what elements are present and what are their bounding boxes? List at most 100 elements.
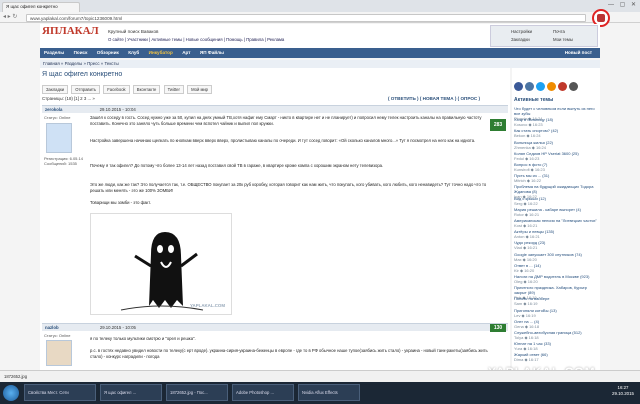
site-logo[interactable]: ЯПЛАКАЛ	[42, 25, 99, 37]
nav-item-files[interactable]: ЯП Файлы	[196, 48, 228, 58]
post-rating[interactable]: 283	[490, 119, 506, 131]
post-author[interactable]: nazlob	[45, 325, 59, 330]
share-mymir-button[interactable]: Мой мир	[187, 85, 212, 94]
active-topic-meta: Max ◆ 16:20	[514, 256, 537, 262]
user-link-bookmarks[interactable]: Закладки	[511, 37, 530, 42]
rss-icon[interactable]	[569, 82, 578, 91]
active-topic-item[interactable]: Понять на вайбере Sam ◆ 16:19	[514, 296, 600, 306]
active-topic-meta: Kir ◆ 16:20	[514, 267, 535, 273]
active-topic-title[interactable]: Приятного праздника. Хабаров, Курьер зак…	[514, 285, 600, 295]
page-title: Я щас офигел конкретно	[42, 71, 123, 78]
image-watermark: YAPLAKAL.COM	[190, 303, 225, 308]
nav-item-incubator[interactable]: Инкубатор	[145, 48, 177, 58]
nav-item-search[interactable]: Поиск	[70, 48, 92, 58]
url-input[interactable]: www.yaplakal.com/forum7/topic1236009.htm…	[26, 14, 586, 22]
user-link-mail[interactable]: Почта	[553, 29, 565, 34]
active-topic-meta: Kosovo ◆ 16:23	[514, 122, 543, 128]
post-text: я по телеку только мультики смотрю и "ор…	[90, 336, 196, 341]
active-topic-item[interactable]: Вид с крыши (12) Serg ◆ 16:22	[514, 196, 600, 206]
post-image[interactable]: YAPLAKAL.COM	[90, 213, 232, 315]
active-topic-meta: Gena ◆ 16:18	[514, 323, 540, 329]
post-header: zerokola 29.10.2015 - 10:04	[42, 105, 508, 113]
active-topic-item[interactable]: Актёры и певцы (135) Anton ◆ 16:21	[514, 229, 600, 239]
nav-item-club[interactable]: Клуб	[124, 48, 143, 58]
active-topic-item[interactable]: Юннат на 1 час (33) Yura ◆ 16:18	[514, 341, 600, 351]
twitter-icon[interactable]	[536, 82, 545, 91]
post-rating[interactable]: 130	[490, 324, 506, 332]
taskbar-item[interactable]: Nvidia Aflux Effects	[298, 384, 360, 401]
active-topic-meta: Rotor ◆ 16:21	[514, 211, 540, 217]
active-topic-item[interactable]: Пусть мы из ... (31) Mitrich ◆ 16:22	[514, 173, 600, 183]
ok-icon[interactable]	[547, 82, 556, 91]
active-topic-item[interactable]: Жаркий ответ (66) Dima ◆ 16:17	[514, 352, 600, 362]
taskbar-item[interactable]: Свойства Мест. Сети	[24, 384, 96, 401]
author-status: Статус: Online	[44, 333, 71, 338]
post-text: Настройка завершена начинаю щелкать по к…	[90, 138, 476, 143]
social-icons	[514, 82, 580, 93]
active-topic-item[interactable]: Вольница жилья (22) Zhmenka ◆ 16:24	[514, 140, 600, 150]
taskbar-item[interactable]: 1872652.jpg - Пос...	[166, 384, 228, 401]
active-topic-item[interactable]: Олег на ... (4) Gena ◆ 16:18	[514, 319, 600, 329]
user-link-settings[interactable]: Настройки	[511, 29, 532, 34]
active-topic-meta: Zhmenka ◆ 16:24	[514, 144, 546, 150]
post-header: nazlob 29.10.2015 - 10:05	[42, 323, 508, 331]
share-twitter-button[interactable]: Twitter	[163, 85, 184, 94]
taskbar-item[interactable]: Adobe Photoshop ...	[232, 384, 294, 401]
start-button[interactable]	[3, 385, 19, 401]
top-links[interactable]: О сайте | Участники | Активные темы | Но…	[108, 37, 284, 42]
vk-icon[interactable]	[525, 82, 534, 91]
active-topic-item[interactable]: Служебно-автобусная граница (512) Tolya ◆…	[514, 330, 600, 340]
active-topic-item[interactable]: Хочу в больницу (18) Kosovo ◆ 16:23	[514, 117, 600, 127]
pagination[interactable]: Страницы: (18) [1] 2 3 ... »	[42, 96, 95, 101]
active-topic-title[interactable]: Что будет с человеком если вынуть из нег…	[514, 106, 600, 116]
ghost-drawing-icon	[120, 232, 204, 311]
active-topic-item[interactable]: Мария решила - кабаре выпорет (4) Rotor ◆…	[514, 207, 600, 217]
avatar[interactable]	[46, 123, 72, 153]
breadcrumb[interactable]: Главная » Разделы » Пресс » Тексты	[40, 60, 600, 68]
share-send-button[interactable]: Отправить	[71, 85, 101, 94]
avatar[interactable]	[46, 340, 72, 366]
share-bookmarks-button[interactable]: Закладки	[42, 85, 69, 94]
active-topic-item[interactable]: Google запускает 300 спутников (74) Max ◆…	[514, 252, 600, 262]
active-topic-title[interactable]: Проблема на будущий ожидающих Тодора Жда…	[514, 184, 600, 194]
download-bar[interactable]: 1872652.jpg	[0, 370, 640, 382]
active-topic-meta: Lev ◆ 16:19	[514, 312, 536, 318]
active-topic-item[interactable]: Чудо рекорд (23) Vlad ◆ 16:21	[514, 240, 600, 250]
post-date: 29.10.2015 - 10:04	[99, 107, 136, 112]
browser-tab-bar	[0, 0, 640, 12]
active-topic-item[interactable]: Американская пенсия на "Литвецких частях…	[514, 218, 600, 228]
nav-item-sections[interactable]: Разделы	[40, 48, 68, 58]
active-topic-meta: Bekon ◆ 16:24	[514, 133, 541, 139]
facebook-icon[interactable]	[514, 82, 523, 91]
user-link-my-topics[interactable]: Мои темы	[553, 37, 573, 42]
active-topic-item[interactable]: Как стать спортом? (42) Bekon ◆ 16:24	[514, 128, 600, 138]
post-text: Это же люди, как же так? Это получается …	[90, 182, 487, 194]
taskbar-item[interactable]: Я щас офигел ...	[100, 384, 162, 401]
nav-item-review[interactable]: Обзорник	[93, 48, 123, 58]
window-controls[interactable]: — ▢ ✕	[608, 1, 638, 8]
share-bar: Закладки Отправить Facebook Вконтакте Tw…	[42, 85, 214, 94]
browser-tab[interactable]: Я щас офигел конкретно	[2, 2, 80, 12]
active-topic-meta: Dima ◆ 16:17	[514, 357, 539, 363]
active-topic-meta: Tolya ◆ 16:18	[514, 335, 539, 340]
active-topic-item[interactable]: Налоги на ДМР водитель в Москве (923) Ole…	[514, 274, 600, 284]
main-nav: Разделы Поиск Обзорник Клуб Инкубатор Ар…	[40, 48, 600, 58]
active-topic-meta: Serg ◆ 16:22	[514, 200, 538, 206]
post-author[interactable]: zerokola	[45, 107, 62, 112]
share-vk-button[interactable]: Вконтакте	[132, 85, 161, 94]
active-topic-meta: Anton ◆ 16:21	[514, 234, 540, 240]
new-post-button[interactable]: Новый пост	[561, 48, 596, 58]
back-forward-icon[interactable]: ◂ ▸ ↻	[3, 13, 17, 20]
active-topic-item[interactable]: Колян Седиов НР Vseriat 3600 (25) Fedul ◆…	[514, 151, 600, 161]
active-topic-item[interactable]: Ответ в ... (14) Kir ◆ 16:20	[514, 263, 600, 273]
active-topic-meta: Sam ◆ 16:19	[514, 301, 538, 307]
youtube-icon[interactable]	[558, 82, 567, 91]
clock[interactable]: 16:27 29.10.2015	[612, 385, 634, 397]
share-facebook-button[interactable]: Facebook	[103, 85, 130, 94]
thread-actions[interactable]: ( ОТВЕТИТЬ ) ( НОВАЯ ТЕМА ) ( ОПРОС )	[388, 96, 480, 101]
nav-item-art[interactable]: Арт	[178, 48, 194, 58]
active-topic-item[interactable]: Вопрос в фото (7) Kunsirofi ◆ 16:23	[514, 162, 600, 172]
active-topic-item[interactable]: Пригоняли котоВы (13) Lev ◆ 16:19	[514, 308, 600, 318]
active-topic-meta: Oleg ◆ 16:20	[514, 279, 538, 284]
post-text: Товарищи мы зомби - это факт.	[90, 200, 151, 205]
